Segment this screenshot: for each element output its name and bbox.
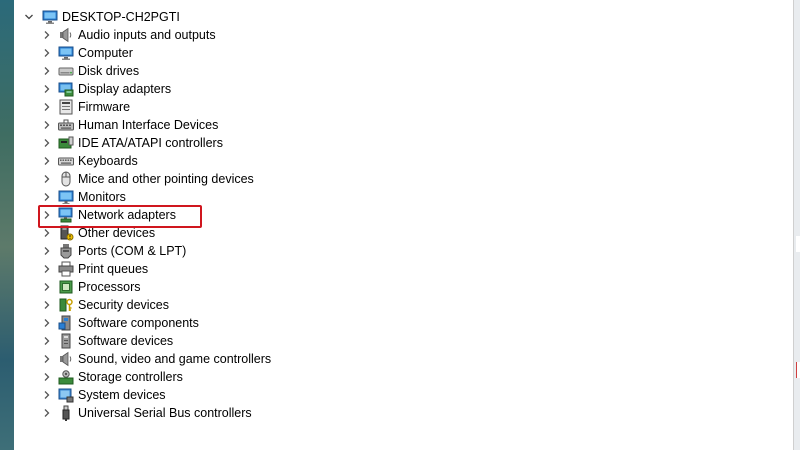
display-adapter-icon (58, 81, 74, 97)
tree-item-system-devices[interactable]: System devices (40, 386, 166, 404)
ide-controller-icon (58, 135, 74, 151)
tree-item-software-components[interactable]: Software components (40, 314, 199, 332)
tree-item-other-devices[interactable]: Other devices (40, 224, 155, 242)
background-window-fragment (796, 236, 800, 252)
chevron-right-icon[interactable] (40, 404, 54, 422)
chevron-right-icon[interactable] (40, 26, 54, 44)
other-device-icon (58, 225, 74, 241)
tree-item-label: Audio inputs and outputs (78, 28, 216, 42)
software-device-icon (58, 333, 74, 349)
tree-item-audio[interactable]: Audio inputs and outputs (40, 26, 216, 44)
tree-item-keyboards[interactable]: Keyboards (40, 152, 138, 170)
chevron-right-icon[interactable] (40, 98, 54, 116)
tree-item-label: Other devices (78, 226, 156, 240)
tree-item-label: System devices (78, 388, 166, 402)
tree-root-label: DESKTOP-CH2PGTI (62, 10, 180, 24)
device-manager-tree-pane[interactable]: DESKTOP-CH2PGTI Audio inputs and outputs… (14, 0, 794, 450)
tree-item-display-adapters[interactable]: Display adapters (40, 80, 171, 98)
tree-item-usb-controllers[interactable]: Universal Serial Bus controllers (40, 404, 252, 422)
tree-item-firmware[interactable]: Firmware (40, 98, 130, 116)
tree-item-label: Print queues (78, 262, 149, 276)
tree-item-sound-controllers[interactable]: Sound, video and game controllers (40, 350, 271, 368)
chevron-right-icon[interactable] (40, 80, 54, 98)
security-key-icon (58, 297, 74, 313)
tree-item-label: Computer (78, 46, 133, 60)
chevron-right-icon[interactable] (40, 350, 54, 368)
chevron-right-icon[interactable] (40, 116, 54, 134)
chevron-right-icon[interactable] (40, 332, 54, 350)
chevron-right-icon[interactable] (40, 188, 54, 206)
tree-item-storage-controllers[interactable]: Storage controllers (40, 368, 183, 386)
tree-item-label: Network adapters (78, 208, 176, 222)
tree-item-hid[interactable]: Human Interface Devices (40, 116, 218, 134)
chevron-right-icon[interactable] (40, 134, 54, 152)
tree-item-label: Security devices (78, 298, 170, 312)
tree-item-label: Firmware (78, 100, 131, 114)
desktop-background (0, 0, 14, 450)
tree-item-mice[interactable]: Mice and other pointing devices (40, 170, 254, 188)
tree-item-network-adapters[interactable]: Network adapters (40, 206, 176, 224)
tree-item-label: Software devices (78, 334, 174, 348)
tree-item-ide-controllers[interactable]: IDE ATA/ATAPI controllers (40, 134, 223, 152)
network-adapter-icon (58, 207, 74, 223)
chevron-right-icon[interactable] (40, 206, 54, 224)
chevron-down-icon[interactable] (22, 8, 36, 26)
firmware-icon (58, 99, 74, 115)
computer-icon (58, 45, 74, 61)
chevron-right-icon[interactable] (40, 224, 54, 242)
chevron-right-icon[interactable] (40, 242, 54, 260)
tree-item-label: IDE ATA/ATAPI controllers (78, 136, 223, 150)
tree-item-label: Processors (78, 280, 141, 294)
chevron-right-icon[interactable] (40, 62, 54, 80)
tree-item-ports[interactable]: Ports (COM & LPT) (40, 242, 186, 260)
chevron-right-icon[interactable] (40, 44, 54, 62)
disk-drive-icon (58, 63, 74, 79)
system-device-icon (58, 387, 74, 403)
usb-icon (58, 405, 74, 421)
chevron-right-icon[interactable] (40, 296, 54, 314)
tree-item-processors[interactable]: Processors (40, 278, 141, 296)
tree-item-label: Human Interface Devices (78, 118, 219, 132)
tree-item-label: Universal Serial Bus controllers (78, 406, 252, 420)
chevron-right-icon[interactable] (40, 152, 54, 170)
tree-item-print-queues[interactable]: Print queues (40, 260, 148, 278)
background-window-fragment (796, 362, 800, 378)
tree-item-label: Monitors (78, 190, 126, 204)
tree-item-label: Sound, video and game controllers (78, 352, 272, 366)
chevron-right-icon[interactable] (40, 368, 54, 386)
chevron-right-icon[interactable] (40, 170, 54, 188)
tree-root-node[interactable]: DESKTOP-CH2PGTI (22, 8, 180, 26)
chevron-right-icon[interactable] (40, 260, 54, 278)
chevron-right-icon[interactable] (40, 314, 54, 332)
speaker-icon (58, 27, 74, 43)
software-component-icon (58, 315, 74, 331)
processor-icon (58, 279, 74, 295)
tree-item-security-devices[interactable]: Security devices (40, 296, 169, 314)
tree-item-monitors[interactable]: Monitors (40, 188, 126, 206)
background-window-edge (794, 0, 800, 450)
chevron-right-icon[interactable] (40, 386, 54, 404)
sound-controller-icon (58, 351, 74, 367)
tree-item-label: Mice and other pointing devices (78, 172, 254, 186)
mouse-icon (58, 171, 74, 187)
tree-item-label: Software components (78, 316, 199, 330)
tree-item-label: Disk drives (78, 64, 140, 78)
storage-controller-icon (58, 369, 74, 385)
tree-item-disk-drives[interactable]: Disk drives (40, 62, 139, 80)
chevron-right-icon[interactable] (40, 278, 54, 296)
port-icon (58, 243, 74, 259)
monitor-icon (58, 189, 74, 205)
keyboard-icon (58, 153, 74, 169)
computer-icon (42, 9, 58, 25)
tree-item-label: Keyboards (78, 154, 138, 168)
tree-item-label: Ports (COM & LPT) (78, 244, 187, 258)
tree-item-label: Storage controllers (78, 370, 183, 384)
tree-item-label: Display adapters (78, 82, 172, 96)
tree-item-software-devices[interactable]: Software devices (40, 332, 173, 350)
hid-icon (58, 117, 74, 133)
printer-icon (58, 261, 74, 277)
tree-item-computer[interactable]: Computer (40, 44, 133, 62)
